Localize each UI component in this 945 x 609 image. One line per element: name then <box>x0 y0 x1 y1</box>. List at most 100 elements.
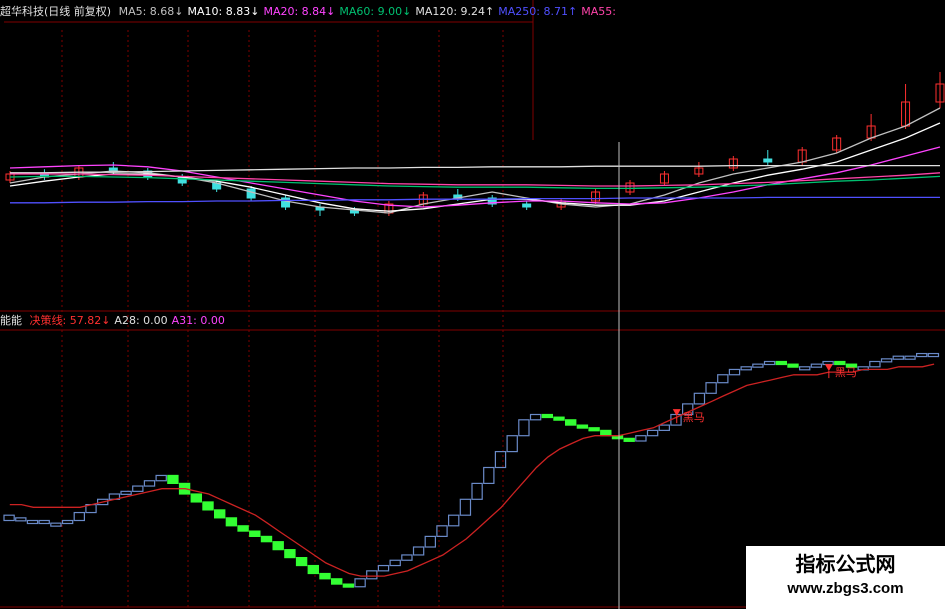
candle-body <box>246 188 256 199</box>
falling-block <box>295 556 308 567</box>
falling-block <box>319 572 331 580</box>
rising-block <box>155 474 167 482</box>
ma-legend-item: MA60: 9.00↓ <box>339 5 412 18</box>
signal-label: 黑马 <box>835 366 857 379</box>
falling-block <box>307 564 320 575</box>
indicator-legend: 决策线: 57.82↓ A28: 0.00 A31: 0.00 <box>30 314 229 327</box>
indicator-legend-item: 决策线: 57.82↓ <box>29 314 111 327</box>
falling-block <box>272 541 284 551</box>
rising-block <box>915 352 928 358</box>
rising-block <box>494 451 507 469</box>
rising-block <box>646 429 659 437</box>
moving-average-layer <box>9 107 941 214</box>
stock-chart-window: 黑马 黑马 超华科技(日线 前复权) MA5: 8.68↓ MA10: 8.83↓ M… <box>0 0 945 609</box>
indicator-panel-header: 能能 决策线: 57.82↓ A28: 0.00 A31: 0.00 <box>0 313 233 329</box>
watermark-url: www.zbgs3.com <box>787 580 904 597</box>
rising-block <box>120 490 132 495</box>
falling-block <box>225 517 238 527</box>
watermark-title: 指标公式网 <box>795 552 896 576</box>
rising-block <box>904 355 916 360</box>
ma-legend-item: MA20: 8.84↓ <box>263 5 336 18</box>
rising-block <box>132 485 144 492</box>
rising-block <box>892 355 905 360</box>
rising-block <box>61 519 74 525</box>
falling-block <box>576 424 589 429</box>
rising-block <box>377 564 390 572</box>
rising-block <box>401 554 413 561</box>
falling-block <box>588 427 600 432</box>
rising-block <box>483 466 495 484</box>
ma-legend-item: MA250: 8.71↑ <box>498 5 578 18</box>
falling-block <box>202 501 214 511</box>
rising-block <box>436 525 448 537</box>
falling-block <box>260 535 273 543</box>
falling-block <box>284 549 296 559</box>
falling-block <box>787 363 799 368</box>
rising-block <box>448 514 460 527</box>
signal-arrow-icon <box>672 409 681 417</box>
falling-block <box>564 419 577 426</box>
rising-block <box>389 559 401 567</box>
rising-block <box>717 374 729 384</box>
decision-line <box>9 363 935 577</box>
rising-block <box>3 514 15 522</box>
falling-block <box>190 493 202 503</box>
ma-legend-item: MA5: 8.68↓ <box>118 5 184 18</box>
rising-block <box>880 358 893 363</box>
candle-body <box>522 203 532 208</box>
falling-block <box>214 509 226 519</box>
falling-block <box>167 474 179 485</box>
falling-block <box>249 530 261 537</box>
rising-block <box>810 363 823 368</box>
rising-block <box>26 519 39 525</box>
indicator-legend-item: A31: 0.00 <box>171 314 225 327</box>
falling-block <box>775 360 788 366</box>
rising-block <box>424 535 437 548</box>
grid-layer <box>0 0 945 608</box>
rising-block <box>354 578 366 588</box>
signal-label: 黑马 <box>683 411 705 424</box>
falling-block <box>553 416 565 421</box>
rising-block <box>658 424 671 432</box>
rising-block <box>763 360 776 366</box>
rising-block <box>471 482 483 500</box>
rising-block <box>506 435 518 453</box>
indicator-name: 能能 <box>0 314 22 327</box>
ma-legend-item: MA55: <box>581 5 616 18</box>
falling-block <box>541 413 554 419</box>
price-panel-header: 超华科技(日线 前复权) MA5: 8.68↓ MA10: 8.83↓ MA20: … <box>0 4 624 20</box>
signal-marker-layer: 黑马黑马 <box>672 364 857 424</box>
rising-block <box>927 352 940 358</box>
rising-block <box>38 519 50 525</box>
rising-block <box>50 522 62 527</box>
watermark-logo: 指标公式网 www.zbgs3.com <box>746 546 945 609</box>
candle-body <box>763 158 773 163</box>
rising-block <box>366 570 378 580</box>
rising-block <box>740 366 752 371</box>
rising-block <box>73 511 85 522</box>
stock-title: 超华科技(日线 前复权) <box>0 5 112 18</box>
rising-block <box>529 413 542 421</box>
ma-legend: MA5: 8.68↓ MA10: 8.83↓ MA20: 8.84↓ MA60: 9.… <box>119 5 620 18</box>
rising-block <box>412 546 425 556</box>
decision-line-layer <box>9 363 935 577</box>
signal-arrow-icon <box>824 364 833 372</box>
rising-block <box>798 366 811 371</box>
rising-block <box>752 363 764 368</box>
rising-block <box>635 435 647 442</box>
falling-block <box>342 583 355 588</box>
ma-line-ma60 <box>9 175 941 190</box>
rising-block <box>459 498 472 516</box>
falling-block <box>834 360 846 366</box>
falling-block <box>600 429 612 437</box>
chart-canvas[interactable]: 黑马黑马 <box>0 0 945 609</box>
falling-block <box>237 525 249 532</box>
rising-block <box>705 382 717 394</box>
rising-block <box>518 419 530 437</box>
rising-block <box>693 392 706 405</box>
falling-block <box>331 578 343 585</box>
ma-legend-item: MA10: 8.83↓ <box>187 5 260 18</box>
ma-legend-item: MA120: 9.24↑ <box>415 5 495 18</box>
rising-block <box>143 480 156 487</box>
rising-block <box>869 360 881 368</box>
